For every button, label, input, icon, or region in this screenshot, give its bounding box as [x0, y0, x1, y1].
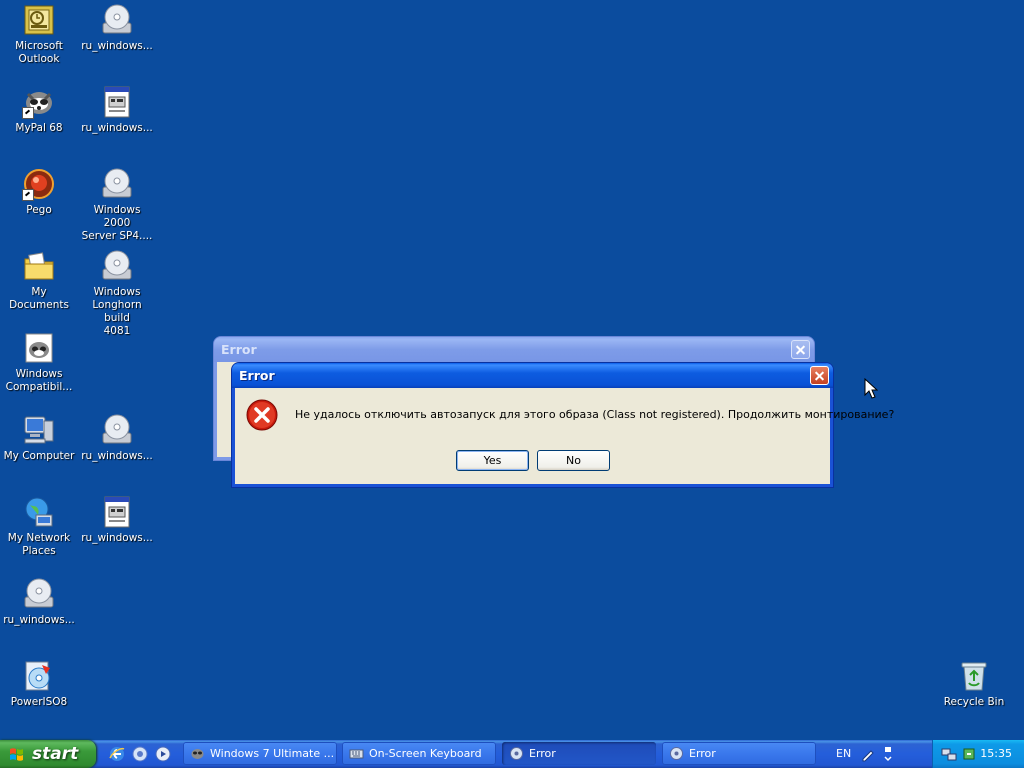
start-button[interactable]: start [0, 740, 96, 768]
taskbar-item-error-2[interactable]: Error [662, 742, 816, 765]
mouse-cursor-icon [864, 378, 878, 399]
desktop-icon-windows-compatibility[interactable]: Windows Compatibil... [0, 331, 78, 394]
icon-label: Microsoft Outlook [15, 40, 63, 65]
cd-icon [22, 577, 56, 611]
pego-icon [22, 167, 56, 201]
language-bar: EN [828, 740, 926, 768]
taskbar: start Windows 7 Ultimate ... On-Screen K… [0, 740, 1024, 768]
poweriso-icon [22, 659, 56, 693]
taskbar-item-windows-7[interactable]: Windows 7 Ultimate ... [183, 742, 337, 765]
dialog-title: Error [239, 368, 275, 383]
my-computer-icon [22, 413, 56, 447]
dialog-message: Не удалось отключить автозапуск для этог… [295, 408, 895, 421]
icon-label: Pego [26, 204, 52, 216]
desktop-icon-pego[interactable]: Pego [0, 167, 78, 217]
icon-label: My Computer [3, 450, 75, 462]
close-button[interactable] [791, 340, 810, 359]
error-dialog[interactable]: Error Не удалось отключить автозапуск дл… [232, 363, 894, 487]
desktop-icon-windows-longhorn[interactable]: Windows Longhorn build 4081 [78, 249, 156, 338]
recycle-bin-icon [957, 659, 991, 693]
icon-label: ru_windows... [81, 122, 153, 134]
yes-button[interactable]: Yes [456, 450, 529, 471]
document-icon [100, 85, 134, 119]
desktop-icon-poweriso[interactable]: PowerISO8 [0, 659, 78, 709]
icon-label: Recycle Bin [943, 696, 1005, 708]
task-label: On-Screen Keyboard [369, 747, 482, 760]
no-button[interactable]: No [537, 450, 610, 471]
dialog-titlebar[interactable]: Error [214, 337, 814, 362]
compatibility-icon [22, 331, 56, 365]
icon-label: ru_windows... [3, 614, 75, 626]
desktop-icon-ru-windows-2[interactable]: ru_windows... [78, 85, 156, 135]
ie-icon[interactable] [108, 745, 126, 763]
desktop-icon-ru-windows-3[interactable]: ru_windows... [78, 413, 156, 463]
document-icon [100, 495, 134, 529]
close-button[interactable] [810, 366, 829, 385]
dialog-titlebar[interactable]: Error [232, 363, 833, 388]
icon-label: My Network Places [7, 532, 71, 557]
icon-label: Windows Compatibil... [5, 368, 73, 393]
desktop-icon-my-computer[interactable]: My Computer [0, 413, 78, 463]
outlook-icon [22, 3, 56, 37]
network-tray-icon[interactable] [941, 746, 957, 762]
start-label: start [32, 744, 79, 764]
icon-label: ru_windows... [81, 40, 153, 52]
desktop-icon-my-network-places[interactable]: My Network Places [0, 495, 78, 558]
error-icon [246, 399, 278, 431]
icon-label: ru_windows... [81, 450, 153, 462]
desktop-icon-mypal[interactable]: MyPal 68 [0, 85, 78, 135]
desktop-icon-ru-windows-1[interactable]: ru_windows... [78, 3, 156, 53]
clock[interactable]: 15:35 [980, 740, 1012, 768]
safely-remove-icon[interactable] [961, 746, 977, 762]
taskbar-item-error-1[interactable]: Error [502, 742, 656, 765]
app-icon [191, 749, 204, 759]
my-documents-icon [22, 249, 56, 283]
icon-label: ru_windows... [81, 532, 153, 544]
desktop-icon-windows-2000[interactable]: Windows 2000 Server SP4.... [78, 167, 156, 243]
network-icon [22, 495, 56, 529]
options-icon[interactable] [882, 745, 894, 763]
desktop-icon-ru-windows-5[interactable]: ru_windows... [0, 577, 78, 627]
cd-icon [100, 413, 134, 447]
media-icon[interactable] [154, 745, 172, 763]
disc-app-icon [670, 747, 683, 760]
desktop: Microsoft Outlook MyPal 68 Pego My Docum… [0, 0, 1024, 740]
icon-label: PowerISO8 [10, 696, 68, 708]
cd-icon [100, 249, 134, 283]
task-label: Error [529, 747, 556, 760]
taskbar-item-on-screen-keyboard[interactable]: On-Screen Keyboard [342, 742, 496, 765]
keyboard-icon [349, 749, 364, 759]
task-label: Error [689, 747, 716, 760]
desktop-icon-recycle-bin[interactable]: Recycle Bin [935, 659, 1013, 709]
icon-label: Windows Longhorn build 4081 [92, 286, 142, 337]
firefox-icon[interactable] [131, 745, 149, 763]
desktop-icon-my-documents[interactable]: My Documents [0, 249, 78, 312]
cd-icon [100, 3, 134, 37]
desktop-icon-outlook[interactable]: Microsoft Outlook [0, 3, 78, 66]
icon-label: MyPal 68 [15, 122, 63, 134]
desktop-icon-ru-windows-4[interactable]: ru_windows... [78, 495, 156, 545]
dialog-title: Error [221, 342, 257, 357]
disc-app-icon [510, 747, 523, 760]
system-tray: 15:35 [932, 740, 1024, 768]
mypal-icon [22, 85, 56, 119]
task-label: Windows 7 Ultimate ... [210, 747, 335, 760]
windows-logo-icon [10, 748, 23, 761]
icon-label: My Documents [9, 286, 69, 311]
pen-icon[interactable] [860, 746, 876, 762]
icon-label: Windows 2000 Server SP4.... [81, 204, 153, 242]
language-indicator[interactable]: EN [836, 747, 851, 760]
cd-icon [100, 167, 134, 201]
